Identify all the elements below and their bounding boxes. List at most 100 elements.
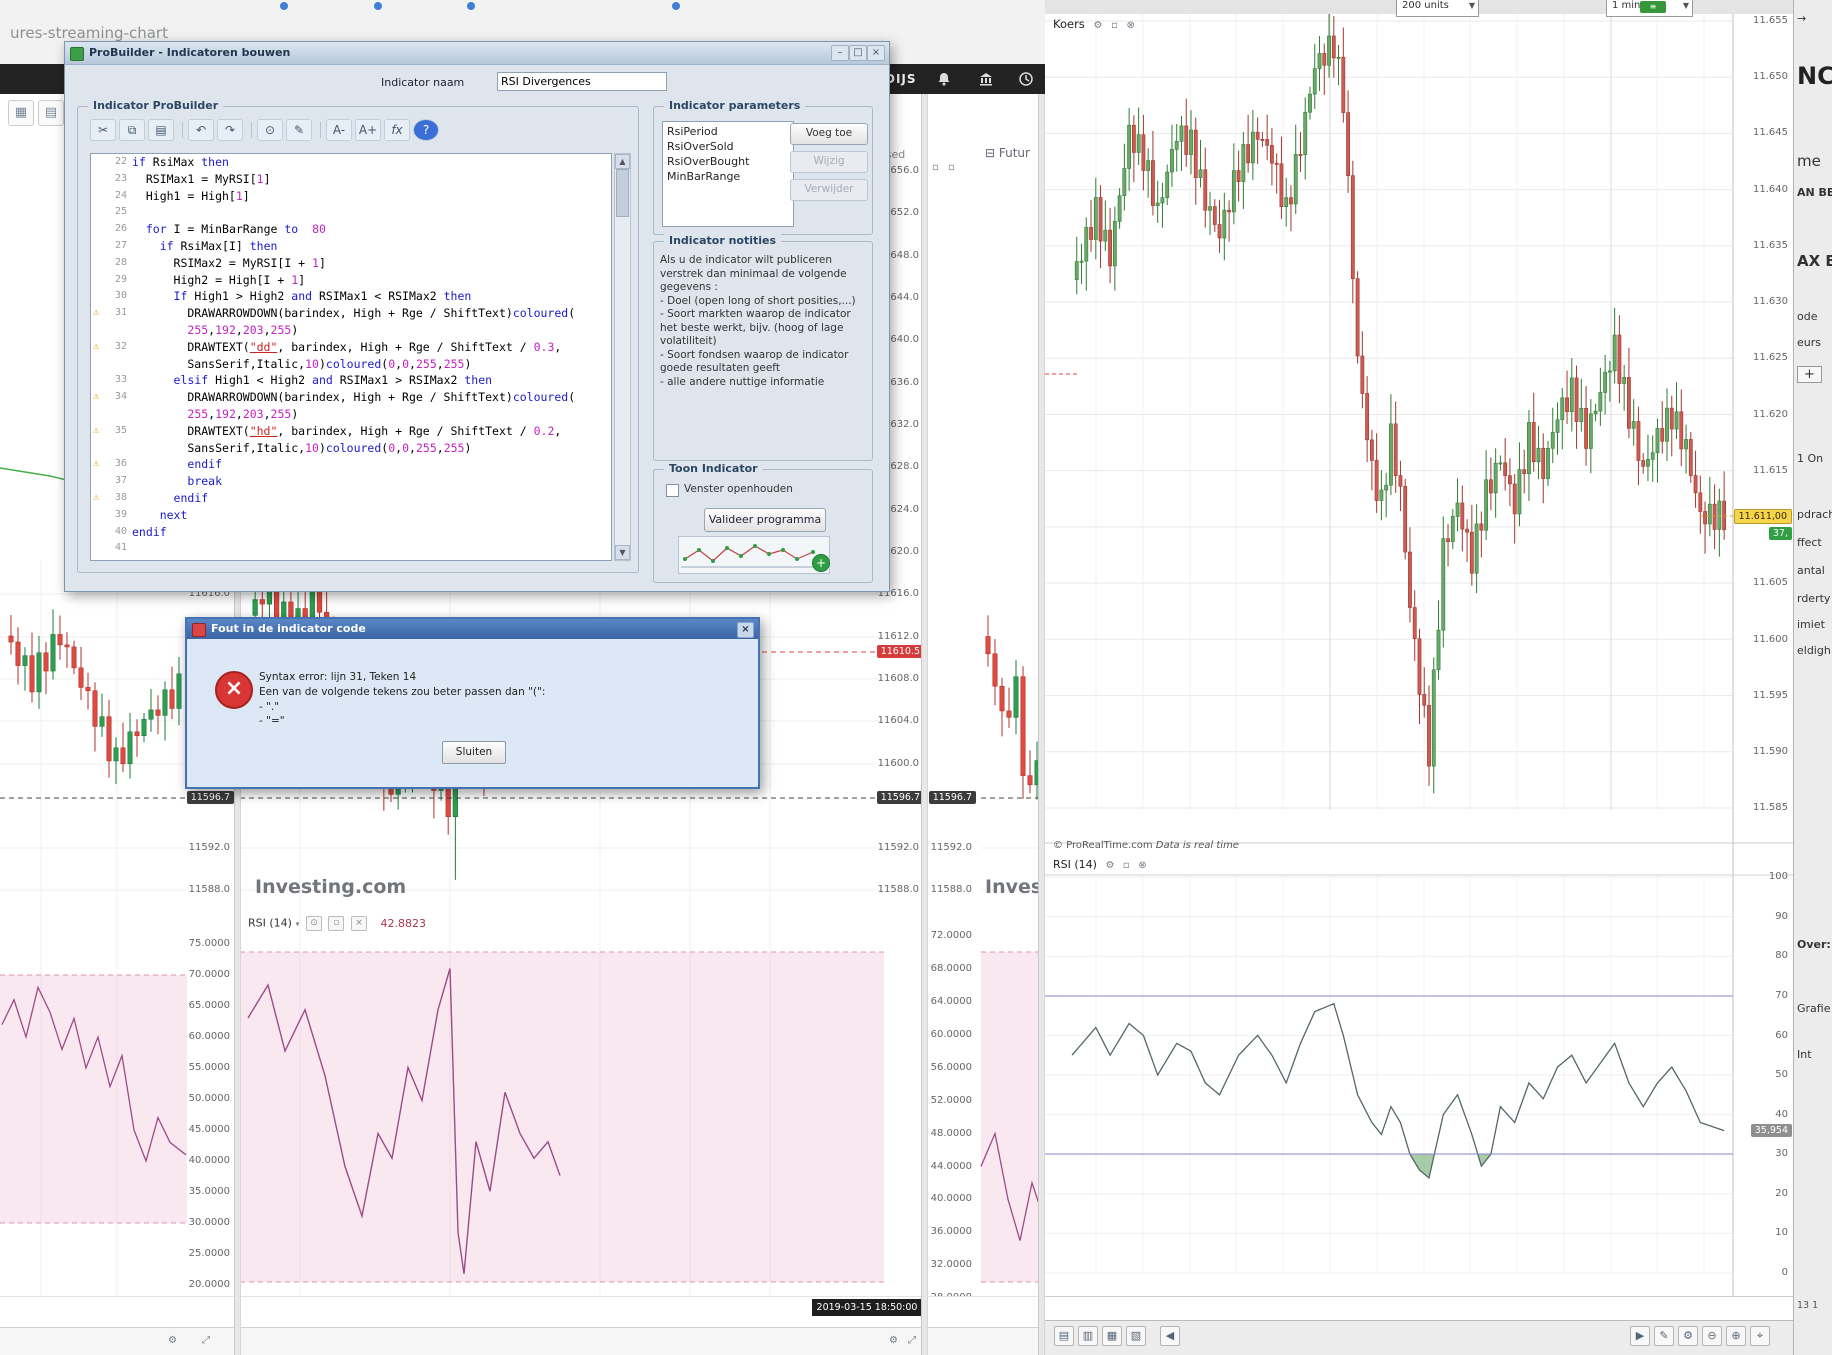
redo-icon[interactable]: ↷ — [217, 119, 243, 141]
code-line[interactable]: ⚠ 38 endif — [91, 490, 611, 507]
code-line[interactable]: ⚠ 31 DRAWARROWDOWN(barindex, High + Rge /… — [91, 305, 611, 322]
code-line[interactable]: 30 If High1 > High2 and RSIMax1 < RSIMax… — [91, 288, 611, 305]
code-line[interactable]: 37 break — [91, 473, 611, 490]
indicator-name-input[interactable] — [497, 72, 667, 91]
editor-scrollbar[interactable]: ▲ ▼ — [614, 153, 631, 561]
close-circle-icon[interactable]: ⊗ — [1138, 860, 1146, 871]
help-icon[interactable]: ? — [413, 119, 439, 141]
realtime-note: Data is real time — [1155, 840, 1239, 851]
scroll-down-icon[interactable]: ▼ — [615, 545, 630, 560]
code-line[interactable]: 26 for I = MinBarRange to 80 — [91, 221, 611, 238]
code-line[interactable]: 27 if RsiMax[I] then — [91, 238, 611, 255]
minimize-button[interactable]: – — [831, 45, 849, 61]
expand-icon[interactable]: ⤢ — [202, 1335, 210, 1347]
code-line[interactable]: SansSerif,Italic,10)coloured(0,0,255,255… — [91, 356, 611, 373]
zoom-in-icon[interactable]: ⊕ — [1726, 1326, 1746, 1346]
sidebar-fragment: 13 1 — [1797, 1300, 1819, 1311]
scroll-left-icon[interactable]: ◀ — [1160, 1326, 1180, 1346]
panel-icon[interactable]: ▫ — [1111, 20, 1118, 31]
close-icon[interactable]: × — [350, 916, 367, 931]
scroll-up-icon[interactable]: ▲ — [615, 154, 630, 169]
add-parameter-button[interactable]: Voeg toe — [790, 123, 868, 145]
code-line[interactable]: 24 High1 = High[1] — [91, 188, 611, 205]
add-icon[interactable]: + — [812, 554, 830, 572]
font-smaller-icon[interactable]: A- — [326, 119, 352, 141]
rsi-label[interactable]: RSI (14) — [248, 917, 292, 930]
code-line[interactable]: 25 — [91, 204, 611, 221]
code-editor[interactable]: 22 if RsiMax then 23 RSIMax1 = MyRSI[1] 24 … — [90, 153, 612, 561]
paste-icon[interactable]: ▤ — [148, 119, 174, 141]
export-icon[interactable]: ▤ — [1054, 1326, 1074, 1346]
cut-icon[interactable]: ✂ — [90, 119, 116, 141]
font-bigger-icon[interactable]: A+ — [355, 119, 381, 141]
axis-label: 20 — [1775, 1188, 1788, 1199]
code-line[interactable]: 29 High2 = High[I + 1] — [91, 272, 611, 289]
copy-icon[interactable]: ⧉ — [119, 119, 145, 141]
close-icon[interactable]: × — [737, 622, 754, 638]
dialog-titlebar[interactable]: ProBuilder - Indicatoren bouwen – □ × — [65, 42, 889, 65]
code-line[interactable]: ⚠ 34 DRAWARROWDOWN(barindex, High + Rge /… — [91, 389, 611, 406]
parameter-item[interactable]: MinBarRange — [667, 169, 789, 184]
code-line[interactable]: 41 — [91, 540, 611, 557]
zoom-icon[interactable]: ⊙ — [257, 119, 283, 141]
comment-icon[interactable]: ✎ — [286, 119, 312, 141]
price-badge: 11596.7 — [928, 791, 976, 804]
code-line[interactable]: 33 elsif High1 < High2 and RSIMax1 > RSI… — [91, 372, 611, 389]
error-dialog-titlebar[interactable]: Fout in de indicator code × — [187, 619, 758, 639]
zoom-out-icon[interactable]: ⊖ — [1702, 1326, 1722, 1346]
gear-icon[interactable]: ⚙ — [168, 1335, 177, 1347]
chart-type-icon[interactable]: ▦ — [8, 100, 34, 126]
validate-program-button[interactable]: Valideer programma — [704, 508, 826, 532]
code-line[interactable]: 22 if RsiMax then — [91, 154, 611, 171]
delete-parameter-button[interactable]: Verwijder — [790, 179, 868, 201]
code-line[interactable]: 255,192,203,255) — [91, 322, 611, 339]
close-button[interactable]: × — [867, 45, 885, 61]
list-icon[interactable]: ▧ — [1126, 1326, 1146, 1346]
maximize-button[interactable]: □ — [849, 45, 867, 61]
popout-icon[interactable]: ▫ — [948, 162, 955, 174]
gear-icon[interactable]: ⚙ — [889, 1335, 898, 1347]
units-dropdown[interactable]: 200 units ▼ — [1396, 0, 1479, 17]
scrollbar-thumb[interactable] — [616, 169, 629, 217]
settings-icon[interactable]: ▫ — [328, 916, 345, 931]
indicator-icon[interactable]: ▤ — [38, 100, 64, 126]
chart-style-icon[interactable]: ▥ — [1078, 1326, 1098, 1346]
crosshair-icon[interactable]: ⌖ — [1750, 1326, 1770, 1346]
code-line[interactable]: 255,192,203,255) — [91, 406, 611, 423]
panel-icon[interactable]: ▫ — [1123, 860, 1130, 871]
code-line[interactable]: ⚠ 36 endif — [91, 456, 611, 473]
wrench-icon[interactable]: ⚙ — [1093, 20, 1102, 31]
code-line[interactable]: 40 endif — [91, 524, 611, 541]
code-line[interactable]: 39 next — [91, 507, 611, 524]
keep-window-checkbox[interactable] — [666, 484, 679, 497]
undo-icon[interactable]: ↶ — [188, 119, 214, 141]
parameters-list[interactable]: RsiPeriod RsiOverSold RsiOverBought MinBarR… — [662, 121, 794, 227]
collapse-icon[interactable]: ▫ — [932, 162, 939, 174]
extended-session-icon[interactable]: ≡ — [1640, 1, 1666, 13]
code-line[interactable]: 28 RSIMax2 = MyRSI[I + 1] — [91, 255, 611, 272]
parameter-item[interactable]: RsiOverBought — [667, 154, 789, 169]
close-circle-icon[interactable]: ⊗ — [1127, 20, 1135, 31]
code-line[interactable]: ⚠ 32 DRAWTEXT("dd", barindex, High + Rge … — [91, 339, 611, 356]
code-line[interactable]: 23 RSIMax1 = MyRSI[1] — [91, 171, 611, 188]
grid-icon[interactable]: ▦ — [1102, 1326, 1122, 1346]
fx-icon[interactable]: fx — [384, 119, 410, 141]
code-line[interactable]: SansSerif,Italic,10)coloured(0,0,255,255… — [91, 440, 611, 457]
wrench-icon[interactable]: ⚙ — [1105, 860, 1114, 871]
sluiten-button[interactable]: Sluiten — [442, 741, 506, 764]
sidebar-fragment[interactable]: + — [1797, 366, 1822, 383]
parameter-item[interactable]: RsiOverSold — [667, 139, 789, 154]
wrench-icon[interactable]: ⚙ — [1678, 1326, 1698, 1346]
code-line[interactable]: ⚠ 35 DRAWTEXT("hd", barindex, High + Rge … — [91, 423, 611, 440]
arrow-right-icon[interactable]: → — [1797, 12, 1806, 25]
dialog-title: ProBuilder - Indicatoren bouwen — [89, 46, 291, 59]
draw-icon[interactable]: ✎ — [1654, 1326, 1674, 1346]
expand-icon[interactable]: ⤢ — [908, 1335, 916, 1347]
axis-label: 36.0000 — [930, 1226, 972, 1237]
axis-label: 11.620 — [1753, 409, 1788, 420]
scroll-right-icon[interactable]: ▶ — [1630, 1326, 1650, 1346]
edit-parameter-button[interactable]: Wijzig — [790, 151, 868, 173]
target-icon[interactable]: ⊙ — [305, 916, 322, 931]
chevron-down-icon[interactable]: ▾ — [295, 920, 299, 929]
parameter-item[interactable]: RsiPeriod — [667, 124, 789, 139]
